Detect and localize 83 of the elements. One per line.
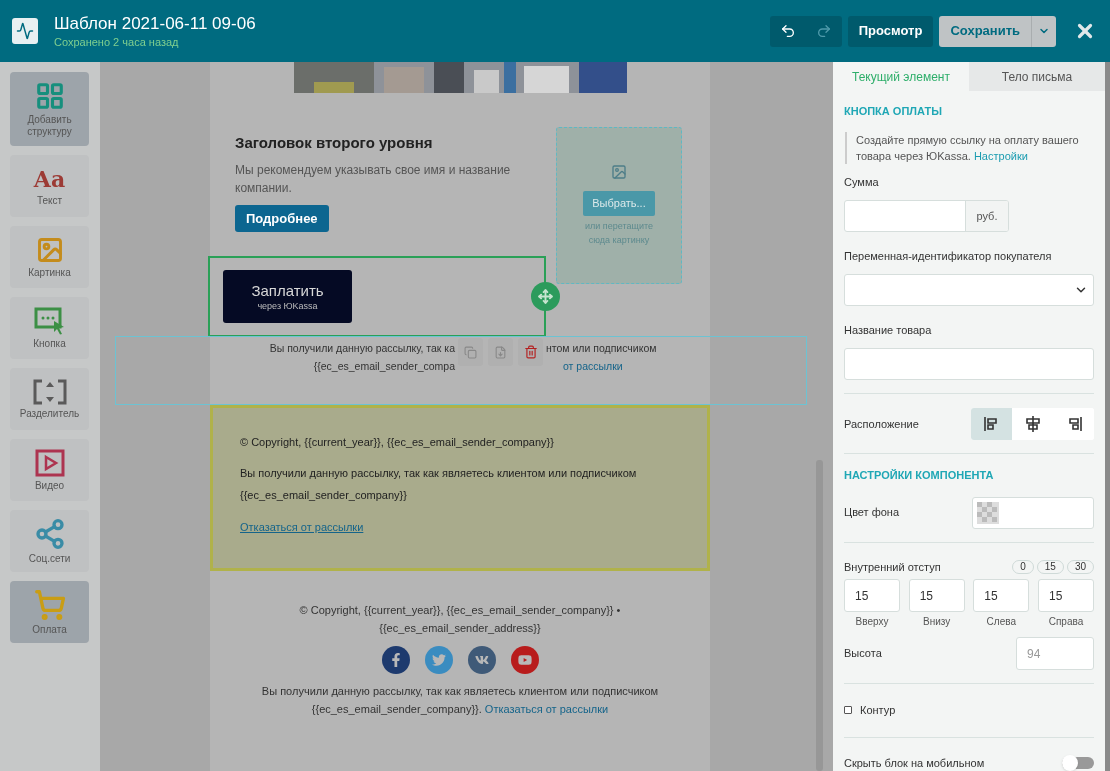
info-text: Создайте прямую ссылку на оплату вашего товара через ЮKassa. Настройки [856, 133, 1079, 162]
padding-label: Вверху [855, 615, 889, 629]
sidebar-item[interactable]: Разделитель [10, 368, 89, 430]
sidebar-item[interactable]: Соц.сети [10, 510, 89, 572]
sidebar-item[interactable]: Добавить структуру [10, 72, 89, 146]
checkbox[interactable] [844, 706, 852, 715]
color-field[interactable] [972, 496, 1094, 529]
copy-icon [464, 345, 477, 359]
vk-icon[interactable] [467, 646, 496, 674]
pay-button[interactable]: Заплатить через ЮKassa [223, 270, 352, 323]
unsubscribe-link[interactable]: от рассылки [563, 357, 623, 375]
padding-field[interactable]: 15 [1037, 579, 1094, 612]
text-icon: Aa [33, 165, 66, 192]
checkbox-label: Контур [860, 703, 896, 718]
save-status: Сохранено 2 часа назад [54, 35, 180, 49]
field-label: Цвет фона [844, 505, 900, 521]
panel-tab[interactable]: Тело письма [969, 62, 1105, 91]
unsubscribe-link[interactable]: Отказаться от рассылки [240, 519, 364, 535]
notice-text: нтом или подписчиком [546, 341, 657, 356]
unsubscribe-link[interactable]: Отказаться от рассылки [484, 703, 609, 715]
field-label: Сумма [844, 174, 880, 190]
padding-label: Внизу [923, 615, 951, 629]
more-button[interactable]: Подробнее [235, 205, 329, 232]
section-heading: Заголовок второго уровня [235, 133, 433, 153]
notice-text: Вы получили данную рассылку, так как являетесь клиентом или подписчиком [261, 684, 659, 699]
facebook-icon[interactable] [381, 646, 410, 674]
divider-icon [32, 378, 67, 405]
padding-label: Слева [986, 615, 1016, 629]
field-label: Высота [844, 646, 882, 662]
product-field[interactable] [844, 348, 1094, 380]
align-button[interactable] [971, 408, 1012, 440]
toggle-label: Скрыть блок на мобильном [844, 755, 985, 771]
copyright-text: {{ec_es_email_sender_address}} [379, 621, 541, 636]
amount-field[interactable]: руб. [844, 200, 1009, 232]
button-cursor-icon [33, 306, 66, 335]
section-text: Мы рекомендуем указывать свое имя и название компании. [235, 162, 512, 197]
currency-label: руб. [965, 201, 1008, 231]
sidebar-item[interactable]: Кнопка [10, 297, 89, 359]
field-label: Расположение [844, 416, 919, 432]
sidebar-item[interactable]: Видео [10, 439, 89, 501]
sidebar-item[interactable]: Оплата [10, 581, 89, 643]
video-icon [34, 448, 65, 477]
cart-icon [33, 588, 66, 621]
sidebar-item[interactable]: Aa Текст [10, 155, 89, 217]
drop-hint: или перетащите сюда картинку [584, 220, 654, 247]
template-title: Шаблон 2021-06-11 09-06 [54, 13, 256, 35]
toggle-switch[interactable] [1062, 756, 1094, 769]
delete-button[interactable] [518, 338, 543, 366]
padding-label: Справа [1048, 615, 1084, 629]
padding-field[interactable]: 15 [973, 579, 1030, 612]
notice-text: Вы получили данную рассылку, так ка [269, 341, 455, 356]
copyright-text: © Copyright, {{current_year}}, {{ec_es_email_sender_company}} [240, 435, 554, 450]
padding-field[interactable]: 15 [908, 579, 965, 612]
notice-text: Вы получили данную рассылку, так как являетесь клиентом или подписчиком [240, 466, 637, 481]
choose-image-button[interactable]: Выбрать... [583, 191, 655, 216]
logo-icon [12, 18, 38, 44]
padding-field[interactable]: 15 [844, 579, 900, 612]
image-icon [35, 235, 64, 264]
twitter-icon[interactable] [424, 646, 453, 674]
copyright-text: © Copyright, {{current_year}}, {{ec_es_email_sender_company}} • [299, 603, 621, 618]
trash-icon [523, 345, 538, 359]
notice-text: {{ec_es_email_sender_compa [313, 359, 455, 374]
field-label: Переменная-идентификатор покупателя [844, 249, 1053, 264]
share-icon [33, 517, 66, 550]
company-text: {{ec_es_email_sender_company}} [240, 488, 407, 503]
section-title: КНОПКА ОПЛАТЫ [844, 104, 943, 119]
file-icon [494, 345, 507, 359]
grid-icon [34, 80, 65, 111]
transparent-swatch-icon [977, 501, 999, 524]
align-center-icon [1023, 415, 1042, 433]
settings-link[interactable]: Настройки [973, 149, 1028, 162]
redo-icon [815, 23, 832, 39]
sidebar-item[interactable]: Картинка [10, 226, 89, 288]
image-icon [611, 164, 627, 180]
youtube-icon[interactable] [510, 646, 539, 674]
notice-text: {{ec_es_email_sender_company}}. Отказаться от рассылки [311, 702, 609, 717]
section-title: НАСТРОЙКИ КОМПОНЕНТА [844, 468, 995, 483]
height-field[interactable]: 94 [1016, 637, 1094, 670]
field-label: Название товара [844, 322, 933, 338]
preview-button[interactable]: Просмотр [847, 15, 934, 47]
move-handle[interactable] [531, 282, 560, 311]
field-label: Внутренний отступ [844, 559, 941, 575]
undo-icon [779, 23, 796, 39]
